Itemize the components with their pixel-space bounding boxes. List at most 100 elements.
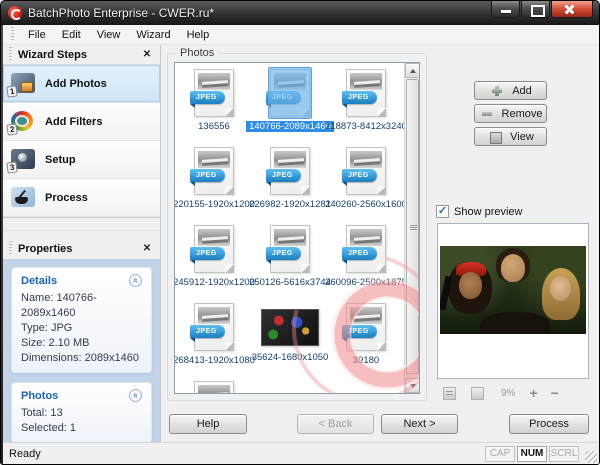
- zoom-in-button[interactable]: +: [529, 387, 537, 400]
- photo-item[interactable]: JPEG 39180: [328, 300, 404, 378]
- menu-item[interactable]: View: [89, 27, 129, 43]
- photo-item[interactable]: JPEG 220155-1920x1200: [176, 144, 252, 222]
- jpeg-ribbon: JPEG: [266, 91, 301, 104]
- photo-filename: 35624-1680x1050: [252, 352, 329, 363]
- jpeg-ribbon: JPEG: [342, 169, 377, 182]
- collapse-icon[interactable]: «: [129, 274, 142, 287]
- menu-item[interactable]: Edit: [54, 27, 89, 43]
- wizard-step[interactable]: 2 Add Filters: [3, 103, 160, 141]
- photo-item[interactable]: JPEG 136556: [176, 66, 252, 144]
- jpeg-ribbon: JPEG: [342, 247, 377, 260]
- maximize-button[interactable]: [521, 1, 550, 18]
- menu-item[interactable]: File: [20, 27, 54, 43]
- page-fold: [377, 108, 386, 117]
- zoom-out-button[interactable]: −: [551, 387, 559, 400]
- actual-size-button[interactable]: [471, 387, 484, 400]
- app-logo-icon: [8, 6, 22, 20]
- photos-group-label: Photos: [176, 47, 218, 59]
- detail-row: Name: 140766-2089x1460: [21, 291, 142, 321]
- photo-item[interactable]: JPEG 245912-1920x1200: [176, 222, 252, 300]
- detail-row: Size: 2.10 MB: [21, 336, 142, 351]
- file-thumbnail: [198, 151, 230, 168]
- keyboard-indicator: SCRL: [549, 446, 579, 462]
- photo-item[interactable]: JPEG 218873-8412x3240: [328, 66, 404, 144]
- file-thumbnail: [274, 73, 306, 90]
- jpeg-file-icon: JPEG: [194, 303, 234, 351]
- minimize-button[interactable]: [491, 1, 520, 18]
- photo-item[interactable]: JPEG 268413-1920x1080: [176, 300, 252, 378]
- titlebar[interactable]: BatchPhoto Enterprise - CWER.ru*: [1, 1, 599, 25]
- jpeg-ribbon: JPEG: [266, 247, 301, 260]
- keyboard-indicator: CAP: [485, 446, 515, 462]
- help-button[interactable]: Help: [169, 414, 247, 434]
- step-number-badge: 2: [6, 123, 18, 135]
- file-thumbnail: [350, 73, 382, 90]
- show-preview-option[interactable]: ✓ Show preview: [436, 205, 522, 218]
- photo-item[interactable]: JPEG 226982-1920x1281: [252, 144, 328, 222]
- zoom-toolbar: 9% + −: [443, 385, 593, 401]
- jpeg-file-icon: JPEG: [194, 381, 234, 394]
- page-fold: [225, 342, 234, 351]
- photo-item[interactable]: JPEG 260096-2500x1875: [328, 222, 404, 300]
- photo-filename: 220155-1920x1200: [174, 199, 255, 210]
- show-preview-label: Show preview: [454, 206, 522, 218]
- side-button[interactable]: View: [474, 127, 547, 146]
- file-thumbnail: [274, 229, 306, 246]
- photo-item[interactable]: JPEG 35624-1680x1050: [252, 300, 328, 378]
- menubar-gripper: [11, 27, 14, 42]
- page-fold: [377, 342, 386, 351]
- wizard-step[interactable]: 1 Add Photos: [3, 65, 160, 103]
- detail-row: Dimensions: 2089x1460: [21, 351, 142, 366]
- next-button[interactable]: Next >: [381, 414, 458, 434]
- menubar: File Edit View Wizard Help: [3, 25, 599, 45]
- photo-filename: 136556: [198, 121, 230, 132]
- show-preview-checkbox[interactable]: ✓: [436, 205, 449, 218]
- photo-filename: 245912-1920x1200: [174, 277, 255, 288]
- wizard-step[interactable]: 3 Setup: [3, 141, 160, 179]
- panel-gripper: [9, 47, 12, 62]
- wizard-step-label: Process: [45, 192, 88, 204]
- page-fold: [225, 264, 234, 273]
- jpeg-file-icon: JPEG: [270, 69, 310, 117]
- resize-grip[interactable]: [585, 451, 597, 463]
- wizard-steps-title: Wizard Steps: [18, 49, 140, 61]
- scrollbar[interactable]: [404, 63, 419, 393]
- scroll-down-button[interactable]: [405, 378, 420, 393]
- photo-item[interactable]: JPEG: [176, 378, 252, 394]
- close-button[interactable]: [551, 1, 593, 18]
- wizard-close-icon[interactable]: ✕: [140, 49, 154, 60]
- photo-filename: 140766-2089x1460: [246, 121, 334, 132]
- properties-close-icon[interactable]: ✕: [140, 243, 154, 254]
- photo-item[interactable]: JPEG 250126-5616x3744: [252, 222, 328, 300]
- collapse-icon[interactable]: «: [129, 389, 142, 402]
- file-thumbnail: [350, 229, 382, 246]
- wizard-step-icon: 1: [9, 73, 37, 95]
- fit-view-button[interactable]: [443, 387, 456, 400]
- page-fold: [301, 186, 310, 195]
- wizard-step-icon: [9, 187, 37, 209]
- side-button-icon: [491, 85, 503, 97]
- photo-filename: 240260-2560x1600: [325, 199, 407, 210]
- status-message: Ready: [9, 448, 485, 460]
- scroll-thumb[interactable]: [406, 79, 419, 374]
- photo-item[interactable]: JPEG 140766-2089x1460: [252, 66, 328, 144]
- wizard-step[interactable]: Process: [3, 179, 160, 217]
- file-thumbnail: [198, 307, 230, 324]
- step-number-badge: 1: [6, 85, 18, 97]
- preview-image: [440, 246, 586, 334]
- scroll-up-button[interactable]: [405, 63, 420, 78]
- process-button[interactable]: Process: [509, 414, 589, 434]
- menu-item[interactable]: Wizard: [128, 27, 178, 43]
- menu-item[interactable]: Help: [179, 27, 218, 43]
- jpeg-ribbon: JPEG: [342, 325, 377, 338]
- file-thumbnail: [198, 73, 230, 90]
- side-button[interactable]: Add: [474, 81, 547, 100]
- photo-thumbnail: [261, 309, 319, 346]
- photo-list[interactable]: JPEG 136556 JPEG: [174, 62, 420, 394]
- side-button-icon: [481, 108, 493, 120]
- side-button[interactable]: Remove: [474, 104, 547, 123]
- wizard-steps-header: Wizard Steps ✕: [3, 45, 160, 64]
- wizard-step-icon: 3: [9, 149, 37, 171]
- back-button[interactable]: < Back: [297, 414, 374, 434]
- photo-item[interactable]: JPEG 240260-2560x1600: [328, 144, 404, 222]
